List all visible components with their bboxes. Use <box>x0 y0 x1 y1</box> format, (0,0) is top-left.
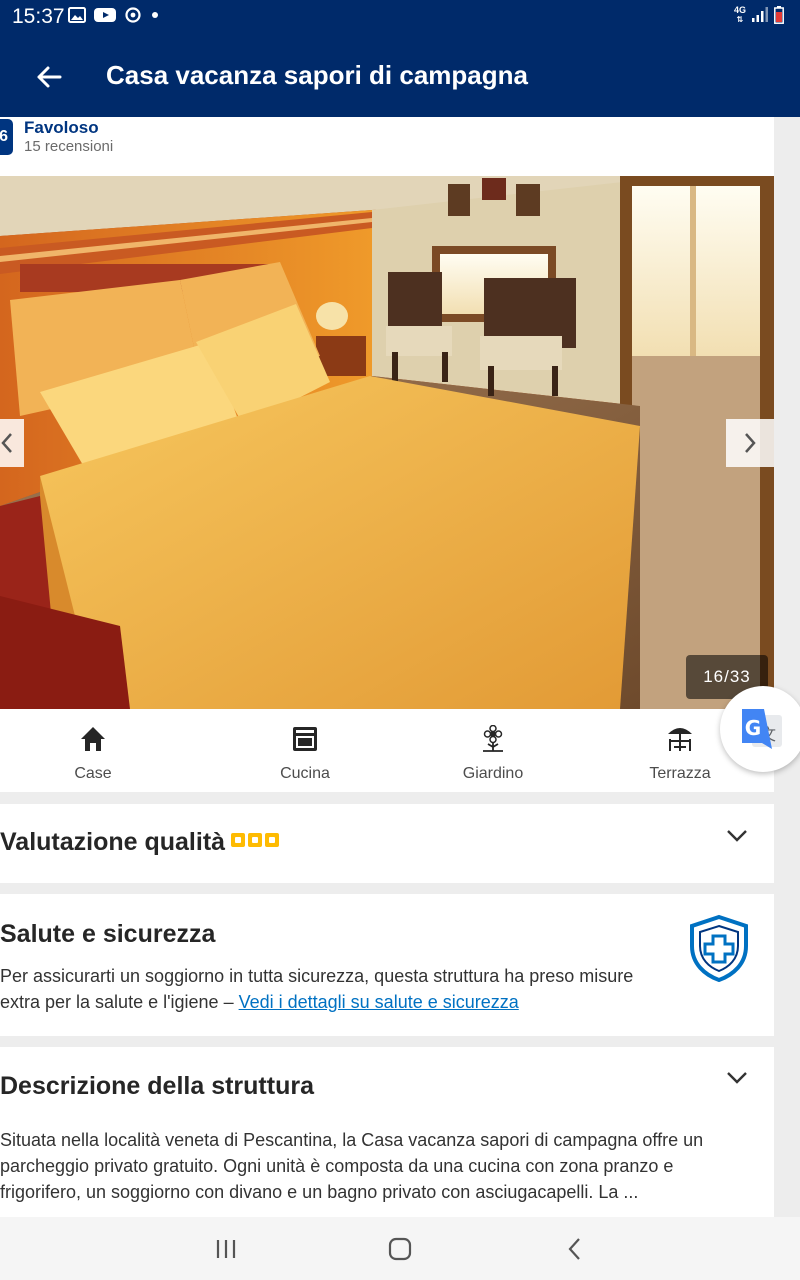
gallery-icon <box>68 7 86 23</box>
page-title: Casa vacanza sapori di campagna <box>106 60 528 90</box>
sync-icon <box>125 7 141 23</box>
description-line1: Situata nella località veneta di Pescant… <box>0 1130 704 1150</box>
status-bar: 15:37 4G ⇅ <box>0 0 800 36</box>
recent-apps-button[interactable] <box>210 1233 242 1265</box>
dot-icon <box>152 12 158 18</box>
health-safety-section: Salute e sicurezza Per assicurarti un so… <box>0 894 774 1036</box>
photo-gallery[interactable]: 16/33 <box>0 176 774 709</box>
chevron-down-icon[interactable] <box>724 1064 750 1090</box>
translate-button[interactable]: 文 G <box>720 686 800 772</box>
arrow-back-icon <box>37 66 62 88</box>
quality-rating-section[interactable]: Valutazione qualità <box>0 804 774 883</box>
flower-icon <box>483 725 503 752</box>
system-back-button[interactable] <box>559 1233 591 1265</box>
chevron-left-icon <box>1 433 12 453</box>
quality-stars <box>231 833 280 848</box>
app-bar: Casa vacanza sapori di campagna <box>0 36 800 117</box>
rating-summary[interactable]: 6 Favoloso 15 recensioni <box>0 117 774 176</box>
home-icon <box>388 1237 412 1261</box>
gallery-next-button[interactable] <box>726 419 774 467</box>
google-translate-icon: 文 G <box>742 709 782 749</box>
home-button[interactable] <box>384 1233 416 1265</box>
chevron-right-icon <box>745 433 756 453</box>
health-text-line2: extra per la salute e l'igiene – Vedi i … <box>0 992 519 1012</box>
youtube-icon <box>94 8 116 22</box>
health-text-line1: Per assicurarti un soggiorno in tutta si… <box>0 966 634 986</box>
signal-icon <box>752 7 768 22</box>
facility-case[interactable]: Case <box>33 723 153 783</box>
svg-text:G: G <box>745 716 761 740</box>
gallery-prev-button[interactable] <box>0 419 24 467</box>
description-title: Descrizione della struttura <box>0 1072 314 1100</box>
system-navigation-bar <box>0 1217 800 1280</box>
facility-strip: Case Cucina Giardino Terrazza <box>0 709 774 792</box>
description-line3: frigorifero, un soggiorno con divano e u… <box>0 1182 639 1202</box>
recents-icon <box>216 1240 236 1258</box>
review-count[interactable]: 15 recensioni <box>24 138 113 155</box>
bedroom-photo <box>0 176 774 709</box>
shield-cross-icon <box>690 914 748 982</box>
umbrella-table-icon <box>668 728 692 751</box>
notification-icons <box>68 6 160 24</box>
house-icon <box>81 727 105 751</box>
facility-cucina[interactable]: Cucina <box>245 723 365 783</box>
back-button[interactable] <box>30 58 68 96</box>
description-line2: parcheggio privato gratuito. Ogni unità … <box>0 1156 674 1176</box>
health-title: Salute e sicurezza <box>0 920 216 948</box>
oven-icon <box>293 727 317 751</box>
review-score-badge: 6 <box>0 119 13 155</box>
chevron-down-icon[interactable] <box>724 822 750 848</box>
rating-label: Favoloso <box>24 118 99 137</box>
battery-icon <box>774 6 784 24</box>
back-icon <box>568 1238 580 1260</box>
facility-giardino[interactable]: Giardino <box>433 723 553 783</box>
network-type: 4G ⇅ <box>733 5 746 25</box>
property-description-section[interactable]: Descrizione della struttura Situata nell… <box>0 1047 774 1217</box>
quality-title: Valutazione qualità <box>0 828 280 857</box>
system-icons: 4G ⇅ <box>734 6 784 24</box>
health-details-link[interactable]: Vedi i dettagli su salute e sicurezza <box>239 992 519 1012</box>
status-time: 15:37 <box>12 5 65 28</box>
